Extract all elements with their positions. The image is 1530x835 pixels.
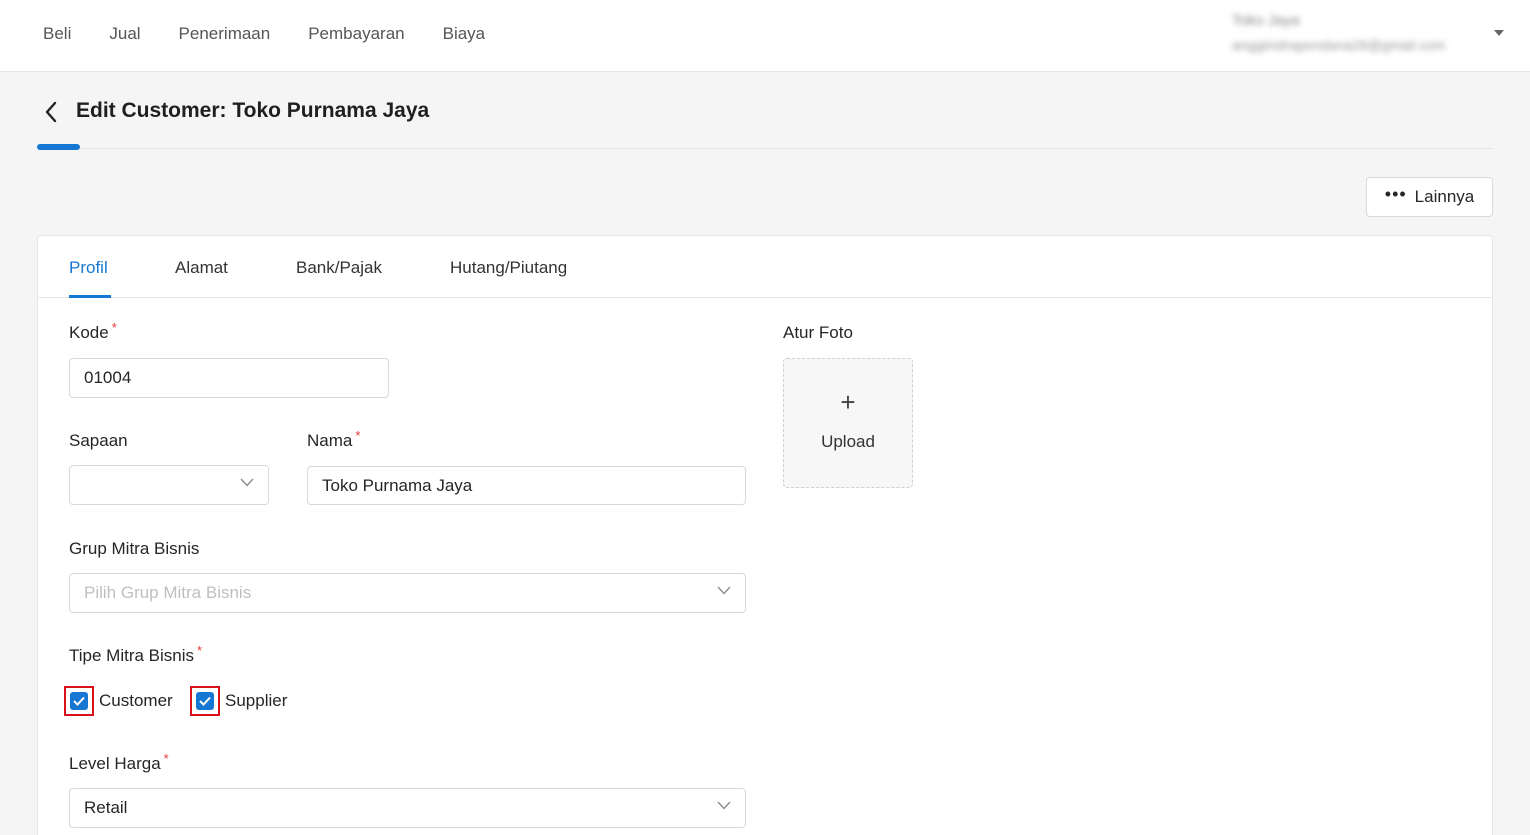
plus-icon: + [840,387,856,417]
photo-upload-button[interactable]: + Upload [783,358,913,488]
sapaan-label: Sapaan [69,431,128,450]
nav-item-beli[interactable]: Beli [43,22,71,46]
nav-item-jual[interactable]: Jual [109,22,140,46]
chevron-down-icon [240,478,254,487]
main-nav: Beli Jual Penerimaan Pembayaran Biaya [43,22,485,46]
nav-item-pembayaran[interactable]: Pembayaran [308,22,404,46]
supplier-checkbox-label[interactable]: Supplier [225,689,287,713]
level-harga-label: Level Harga * [69,751,169,773]
required-mark: * [111,320,117,335]
caret-down-icon[interactable] [1494,30,1504,36]
account-name: Toko Jaya [1232,12,1300,29]
required-mark: * [355,428,361,443]
sapaan-select[interactable] [69,465,269,505]
header-accent-bar [37,144,80,150]
more-dots-icon: ••• [1384,184,1407,204]
customer-form-card: Profil Alamat Bank/Pajak Hutang/Piutang [37,235,1493,835]
checkbox-checked [70,692,88,710]
tipe-mitra-label: Tipe Mitra Bisnis * [69,643,203,665]
nav-item-penerimaan[interactable]: Penerimaan [179,22,271,46]
chevron-down-icon [717,801,731,810]
page-title: Edit Customer: Toko Purnama Jaya [76,99,430,122]
more-button[interactable]: ••• Lainnya [1366,177,1493,217]
required-mark: * [197,643,203,658]
checkbox-checked [196,692,214,710]
grup-mitra-label: Grup Mitra Bisnis [69,539,200,558]
level-harga-select[interactable]: Retail [69,788,746,828]
grup-mitra-placeholder: Pilih Grup Mitra Bisnis [84,583,252,602]
upload-label: Upload [821,432,875,451]
tab-alamat[interactable]: Alamat [175,256,228,280]
nama-input[interactable]: Toko Purnama Jaya [307,466,746,505]
kode-input[interactable]: 01004 [69,358,389,398]
tab-bar: Profil Alamat Bank/Pajak Hutang/Piutang [38,236,1492,298]
account-email: anggiindrapendana28@gmail.com [1232,37,1446,53]
kode-label: Kode * [69,320,117,342]
level-harga-value: Retail [84,798,128,817]
nama-label: Nama * [307,428,361,450]
atur-foto-label: Atur Foto [783,323,853,342]
tab-bank-pajak[interactable]: Bank/Pajak [296,256,382,280]
customer-checkbox[interactable] [64,686,94,716]
back-arrow-icon[interactable] [40,98,64,126]
account-menu[interactable]: Toko Jaya anggiindrapendana28@gmail.com [1232,10,1492,56]
tab-profil[interactable]: Profil [69,256,108,280]
nav-item-biaya[interactable]: Biaya [443,22,486,46]
more-button-label: Lainnya [1414,187,1475,206]
top-navbar: Beli Jual Penerimaan Pembayaran Biaya To… [0,0,1530,72]
chevron-down-icon [717,586,731,595]
tab-hutang-piutang[interactable]: Hutang/Piutang [450,256,567,280]
supplier-checkbox[interactable] [190,686,220,716]
active-tab-indicator [69,295,111,298]
required-mark: * [163,751,169,766]
check-icon [199,696,211,706]
header-divider [37,148,1493,149]
check-icon [73,696,85,706]
grup-mitra-select[interactable]: Pilih Grup Mitra Bisnis [69,573,746,613]
customer-checkbox-label[interactable]: Customer [99,689,173,713]
